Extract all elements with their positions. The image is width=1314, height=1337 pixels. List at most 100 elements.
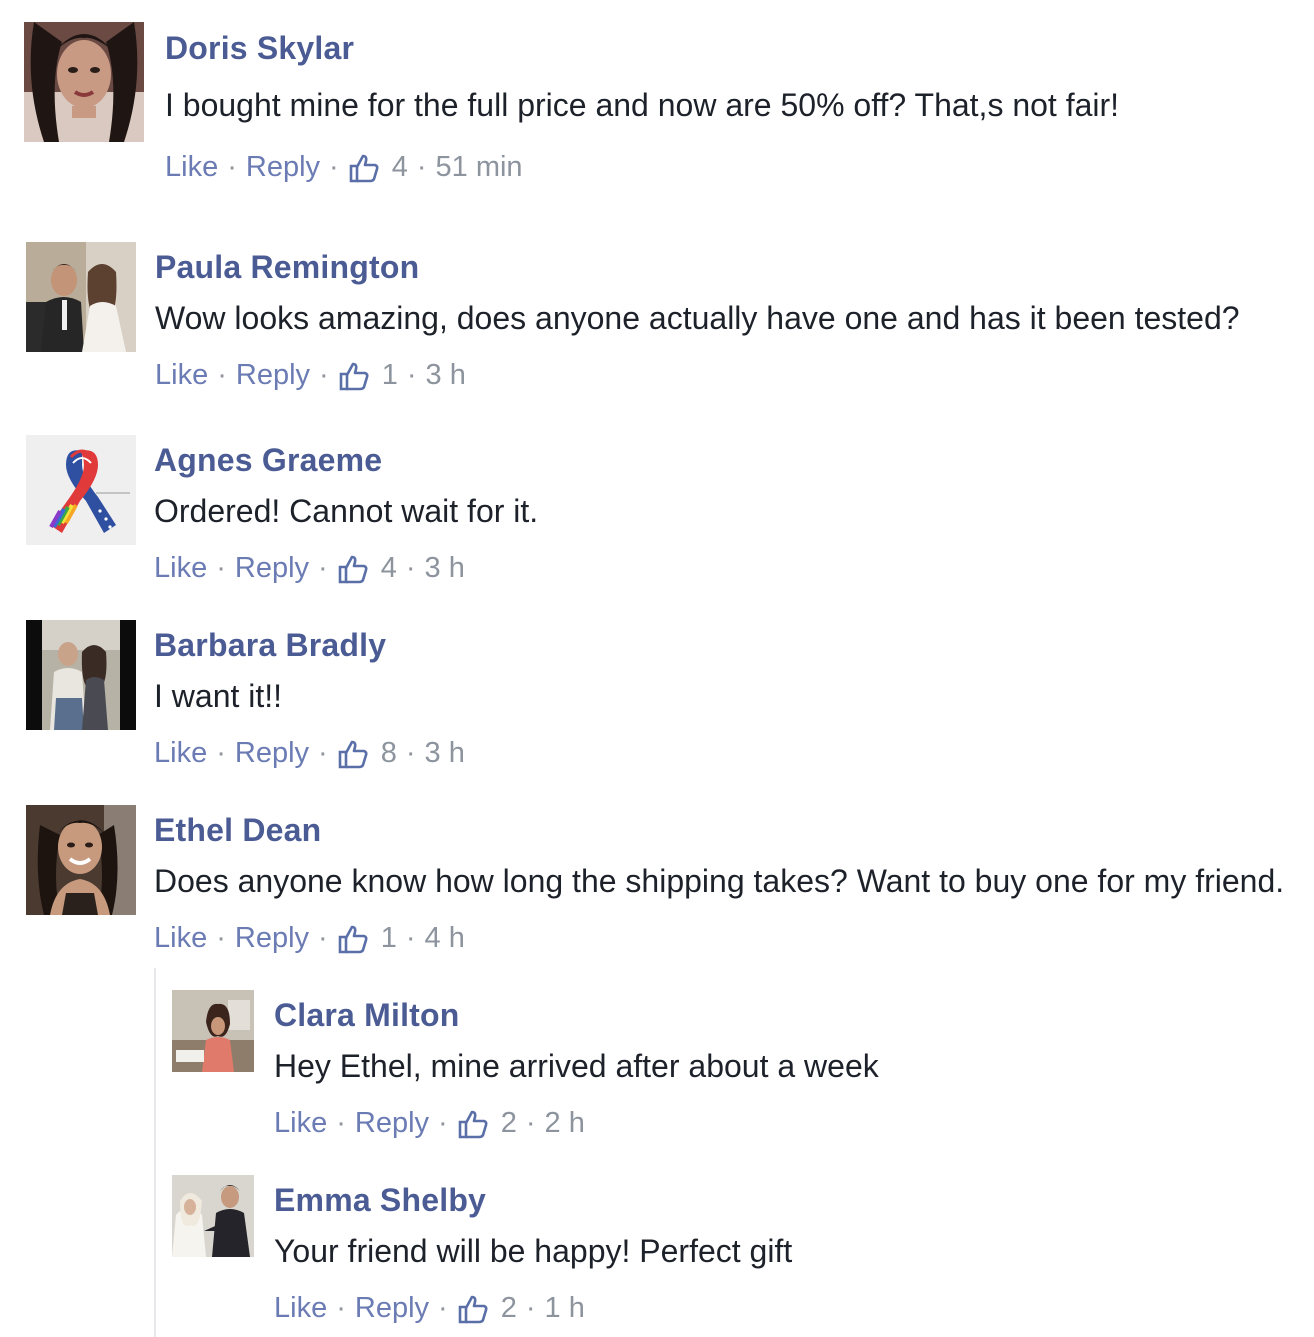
thumbs-up-icon[interactable] xyxy=(337,738,369,770)
separator: · xyxy=(525,1292,536,1324)
timestamp[interactable]: 3 h xyxy=(425,737,465,770)
timestamp[interactable]: 51 min xyxy=(436,151,523,184)
like-link[interactable]: Like xyxy=(154,552,207,585)
reply-link[interactable]: Reply xyxy=(235,552,309,585)
timestamp[interactable]: 1 h xyxy=(545,1292,585,1325)
comment-text: I bought mine for the full price and now… xyxy=(165,87,1120,123)
reply-link[interactable]: Reply xyxy=(246,151,320,184)
woman-at-desk-photo-icon xyxy=(172,990,254,1072)
timestamp[interactable]: 3 h xyxy=(426,359,466,392)
separator: · xyxy=(217,359,227,391)
separator: · xyxy=(416,151,427,183)
reply-thread-line xyxy=(154,968,156,1337)
separator: · xyxy=(318,922,328,954)
like-link[interactable]: Like xyxy=(155,359,208,392)
comment-actions: Like · Reply · 4 · 51 min xyxy=(165,151,523,184)
like-link[interactable]: Like xyxy=(274,1292,327,1325)
separator: · xyxy=(216,737,226,769)
woman-portrait-icon xyxy=(26,805,136,915)
separator: · xyxy=(438,1107,448,1139)
reply-link[interactable]: Reply xyxy=(355,1292,429,1325)
separator: · xyxy=(336,1107,346,1139)
reply-link[interactable]: Reply xyxy=(355,1107,429,1140)
separator: · xyxy=(227,151,237,183)
avatar[interactable] xyxy=(172,990,254,1072)
separator: · xyxy=(329,151,339,183)
reply-actions: Like · Reply · 2 · 2 h xyxy=(274,1107,585,1140)
reply-actions: Like · Reply · 2 · 1 h xyxy=(274,1292,585,1325)
reply-link[interactable]: Reply xyxy=(235,922,309,955)
like-count: 2 xyxy=(500,1107,517,1139)
comment: Paula Remington Wow looks amazing, does … xyxy=(26,242,1306,402)
wedding-couple-photo-icon xyxy=(26,242,136,352)
wedding-couple-photo-icon xyxy=(172,1175,254,1257)
comment-text: I want it!! xyxy=(154,678,283,714)
comment: Barbara Bradly I want it!! Like · Reply … xyxy=(26,620,1306,780)
thumbs-up-icon[interactable] xyxy=(348,152,380,184)
reply: Clara Milton Hey Ethel, mine arrived aft… xyxy=(172,990,1272,1150)
thumbs-up-icon[interactable] xyxy=(457,1108,489,1140)
avatar[interactable] xyxy=(26,242,136,352)
like-link[interactable]: Like xyxy=(154,737,207,770)
reply-text: Your friend will be happy! Perfect gift xyxy=(274,1233,793,1269)
avatar[interactable] xyxy=(24,22,144,142)
like-link[interactable]: Like xyxy=(154,922,207,955)
comment-actions: Like · Reply · 1 · 3 h xyxy=(155,359,466,392)
separator: · xyxy=(405,737,416,769)
reply: Emma Shelby Your friend will be happy! P… xyxy=(172,1175,1272,1335)
thumbs-up-icon[interactable] xyxy=(457,1293,489,1325)
avatar[interactable] xyxy=(172,1175,254,1257)
like-link[interactable]: Like xyxy=(274,1107,327,1140)
separator: · xyxy=(405,552,416,584)
comment-author[interactable]: Agnes Graeme xyxy=(154,442,382,479)
separator: · xyxy=(216,922,226,954)
timestamp[interactable]: 4 h xyxy=(425,922,465,955)
comment-actions: Like · Reply · 8 · 3 h xyxy=(154,737,465,770)
like-count: 1 xyxy=(381,359,398,391)
comment: Doris Skylar I bought mine for the full … xyxy=(24,22,1304,197)
thumbs-up-icon[interactable] xyxy=(337,553,369,585)
comment-text: Wow looks amazing, does anyone actually … xyxy=(155,300,1240,336)
avatar[interactable] xyxy=(26,805,136,915)
woman-portrait-icon xyxy=(24,22,144,142)
separator: · xyxy=(318,552,328,584)
like-count: 2 xyxy=(500,1292,517,1324)
comment-thread: Doris Skylar I bought mine for the full … xyxy=(0,0,1314,1337)
comment-author[interactable]: Ethel Dean xyxy=(154,812,321,849)
like-link[interactable]: Like xyxy=(165,151,218,184)
reply-author[interactable]: Emma Shelby xyxy=(274,1182,486,1219)
reply-text: Hey Ethel, mine arrived after about a we… xyxy=(274,1048,879,1084)
comment-author[interactable]: Barbara Bradly xyxy=(154,627,386,664)
like-count: 8 xyxy=(380,737,397,769)
ribbon-icon xyxy=(26,435,136,545)
separator: · xyxy=(216,552,226,584)
avatar[interactable] xyxy=(26,435,136,545)
like-count: 4 xyxy=(391,151,408,183)
separator: · xyxy=(405,922,416,954)
separator: · xyxy=(318,737,328,769)
reply-link[interactable]: Reply xyxy=(236,359,310,392)
comment-actions: Like · Reply · 4 · 3 h xyxy=(154,552,465,585)
like-count: 1 xyxy=(380,922,397,954)
comment-text: Ordered! Cannot wait for it. xyxy=(154,493,539,529)
timestamp[interactable]: 2 h xyxy=(545,1107,585,1140)
reply-link[interactable]: Reply xyxy=(235,737,309,770)
comment-author[interactable]: Doris Skylar xyxy=(165,30,354,67)
separator: · xyxy=(438,1292,448,1324)
comment-actions: Like · Reply · 1 · 4 h xyxy=(154,922,465,955)
comment: Agnes Graeme Ordered! Cannot wait for it… xyxy=(26,435,1306,595)
avatar[interactable] xyxy=(26,620,136,730)
like-count: 4 xyxy=(380,552,397,584)
comment: Ethel Dean Does anyone know how long the… xyxy=(26,805,1311,965)
reply-author[interactable]: Clara Milton xyxy=(274,997,460,1034)
separator: · xyxy=(406,359,417,391)
comment-text: Does anyone know how long the shipping t… xyxy=(154,863,1285,899)
separator: · xyxy=(336,1292,346,1324)
separator: · xyxy=(525,1107,536,1139)
comment-author[interactable]: Paula Remington xyxy=(155,249,419,286)
timestamp[interactable]: 3 h xyxy=(425,552,465,585)
thumbs-up-icon[interactable] xyxy=(337,923,369,955)
thumbs-up-icon[interactable] xyxy=(338,360,370,392)
separator: · xyxy=(319,359,329,391)
couple-photo-icon xyxy=(26,620,136,730)
